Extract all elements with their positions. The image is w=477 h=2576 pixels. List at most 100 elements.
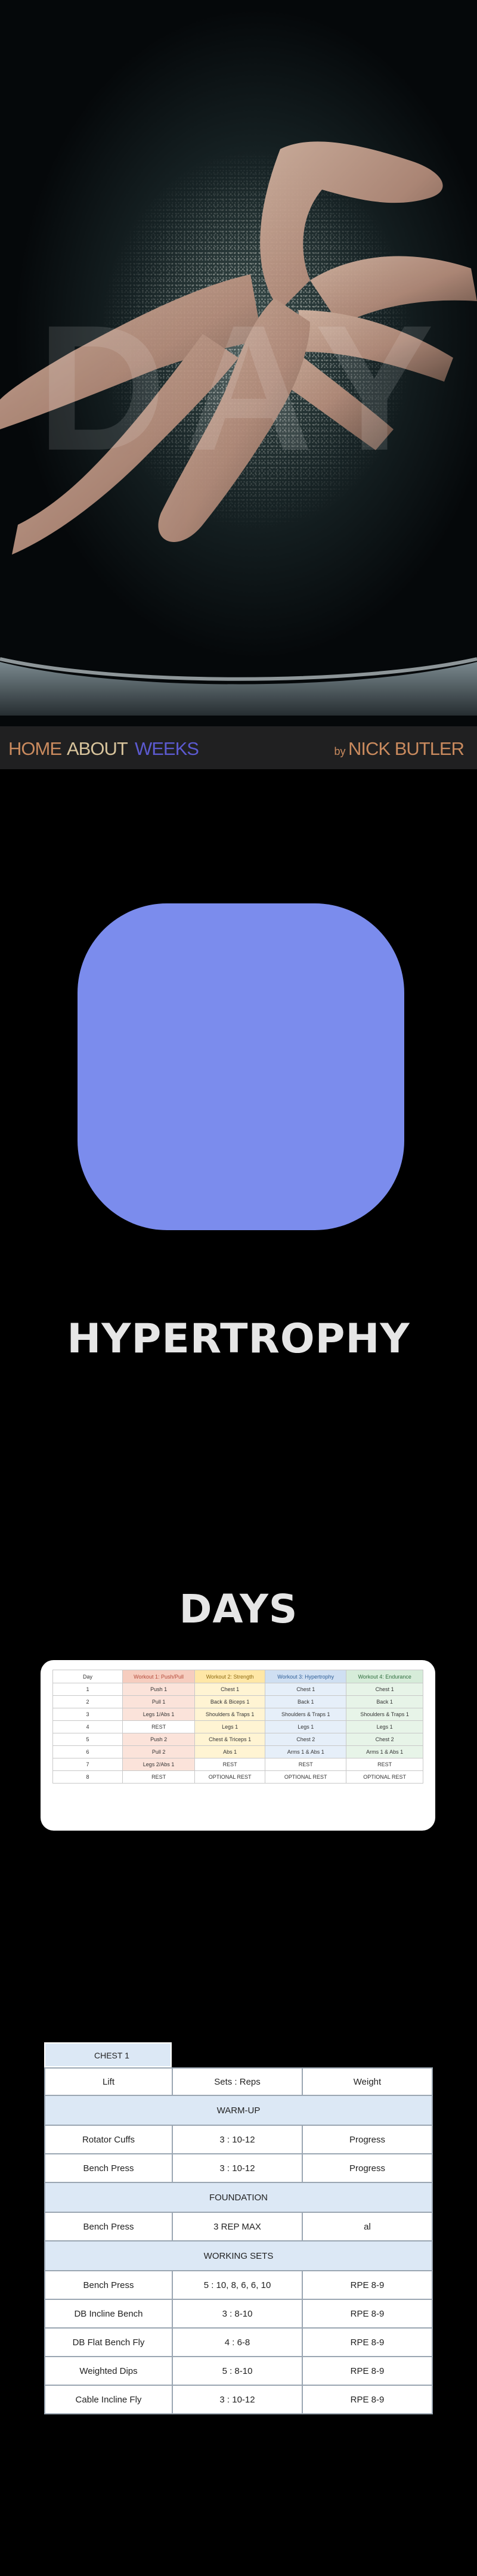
- table-cell: REST: [122, 1770, 196, 1784]
- page-title: HYPERTROPHY: [67, 1315, 410, 1363]
- table-row: 1 Push 1 Chest 1 Chest 1 Chest 1: [52, 1683, 423, 1696]
- table-cell: Arms 1 & Abs 1: [346, 1745, 423, 1758]
- table-cell: Arms 1 & Abs 1: [265, 1745, 347, 1758]
- nav-home-link[interactable]: HOME: [8, 738, 62, 760]
- header-weight: Weight: [302, 2067, 433, 2096]
- table-row: Bench Press 5 : 10, 8, 6, 6, 10 RPE 8-9: [44, 2270, 433, 2300]
- table-row: Weighted Dips 5 : 8-10 RPE 8-9: [44, 2356, 433, 2386]
- table-cell: OPTIONAL REST: [346, 1770, 423, 1784]
- lift-name: Bench Press: [44, 2153, 173, 2183]
- days-header-workout-1: Workout 1: Push/Pull: [122, 1670, 196, 1683]
- table-cell: OPTIONAL REST: [265, 1770, 347, 1784]
- table-cell: Chest 1: [265, 1683, 347, 1696]
- author-prefix: by: [334, 745, 346, 757]
- nav-about-link[interactable]: ABOUT: [67, 738, 128, 760]
- weight: RPE 8-9: [302, 2299, 433, 2329]
- lift-name: DB Incline Bench: [44, 2299, 173, 2329]
- days-header-workout-3: Workout 3: Hypertrophy: [265, 1670, 347, 1683]
- author-credit[interactable]: by NICK BUTLER: [334, 738, 464, 760]
- header-lift: Lift: [44, 2067, 173, 2096]
- table-row: Bench Press 3 : 10-12 Progress: [44, 2153, 433, 2183]
- sets-reps: 5 : 10, 8, 6, 6, 10: [172, 2270, 303, 2300]
- author-name: NICK BUTLER: [348, 738, 464, 759]
- table-cell: 7: [52, 1758, 123, 1771]
- table-row: 6 Pull 2 Abs 1 Arms 1 & Abs 1 Arms 1 & A…: [52, 1745, 423, 1758]
- weight: Progress: [302, 2125, 433, 2154]
- section-label: WARM-UP: [44, 2095, 433, 2126]
- section-label: FOUNDATION: [44, 2182, 433, 2213]
- nav-weeks-link[interactable]: WEEKS: [135, 738, 199, 760]
- top-nav: HOME ABOUT WEEKS by NICK BUTLER: [0, 726, 477, 769]
- table-cell: Legs 1: [194, 1720, 266, 1733]
- table-cell: Legs 1: [265, 1720, 347, 1733]
- section-row-working-sets: WORKING SETS: [44, 2240, 433, 2271]
- weight: RPE 8-9: [302, 2327, 433, 2357]
- sets-reps: 4 : 6-8: [172, 2327, 303, 2357]
- table-cell: Back 1: [265, 1695, 347, 1708]
- sets-reps: 3 : 10-12: [172, 2385, 303, 2414]
- table-cell: 6: [52, 1745, 123, 1758]
- table-row: Cable Incline Fly 3 : 10-12 RPE 8-9: [44, 2385, 433, 2414]
- hero-watermark: DAY: [37, 287, 452, 488]
- table-cell: OPTIONAL REST: [194, 1770, 266, 1784]
- chest-workout: CHEST 1 Lift Sets : Reps Weight WARM-UP …: [44, 2042, 433, 2414]
- lift-name: Cable Incline Fly: [44, 2385, 173, 2414]
- table-cell: Back & Biceps 1: [194, 1695, 266, 1708]
- table-cell: Shoulders & Traps 1: [346, 1708, 423, 1721]
- lift-name: Weighted Dips: [44, 2356, 173, 2386]
- table-row: DB Flat Bench Fly 4 : 6-8 RPE 8-9: [44, 2327, 433, 2357]
- weight: RPE 8-9: [302, 2356, 433, 2386]
- table-cell: Push 1: [122, 1683, 196, 1696]
- table-cell: Legs 1: [346, 1720, 423, 1733]
- table-cell: 2: [52, 1695, 123, 1708]
- table-row: DB Incline Bench 3 : 8-10 RPE 8-9: [44, 2299, 433, 2329]
- table-cell: REST: [265, 1758, 347, 1771]
- lift-name: DB Flat Bench Fly: [44, 2327, 173, 2357]
- table-cell: REST: [122, 1720, 196, 1733]
- weight: RPE 8-9: [302, 2385, 433, 2414]
- table-row: 7 Legs 2/Abs 1 REST REST REST: [52, 1758, 423, 1771]
- table-cell: Shoulders & Traps 1: [265, 1708, 347, 1721]
- table-cell: Chest 1: [194, 1683, 266, 1696]
- header-sets-reps: Sets : Reps: [172, 2067, 303, 2096]
- weight: Progress: [302, 2153, 433, 2183]
- logo-square: [78, 903, 404, 1230]
- chest-header-row: Lift Sets : Reps Weight: [44, 2067, 433, 2096]
- sets-reps: 5 : 8-10: [172, 2356, 303, 2386]
- table-cell: 8: [52, 1770, 123, 1784]
- chest-tab[interactable]: CHEST 1: [44, 2042, 172, 2067]
- table-row: 5 Push 2 Chest & Triceps 1 Chest 2 Chest…: [52, 1733, 423, 1746]
- table-cell: Pull 1: [122, 1695, 196, 1708]
- chest-table: Lift Sets : Reps Weight WARM-UP Rotator …: [44, 2067, 433, 2414]
- lift-name: Bench Press: [44, 2270, 173, 2300]
- days-header-day: Day: [52, 1670, 123, 1683]
- table-row: Bench Press 3 REP MAX al: [44, 2212, 433, 2241]
- sets-reps: 3 : 8-10: [172, 2299, 303, 2329]
- table-cell: 4: [52, 1720, 123, 1733]
- lift-name: Rotator Cuffs: [44, 2125, 173, 2154]
- table-row: 3 Legs 1/Abs 1 Shoulders & Traps 1 Shoul…: [52, 1708, 423, 1721]
- table-cell: Back 1: [346, 1695, 423, 1708]
- table-cell: Chest 2: [265, 1733, 347, 1746]
- days-heading: DAYS: [179, 1586, 298, 1632]
- table-cell: Push 2: [122, 1733, 196, 1746]
- table-row: Rotator Cuffs 3 : 10-12 Progress: [44, 2125, 433, 2154]
- section-label: WORKING SETS: [44, 2240, 433, 2271]
- table-cell: Abs 1: [194, 1745, 266, 1758]
- table-row: 2 Pull 1 Back & Biceps 1 Back 1 Back 1: [52, 1695, 423, 1708]
- table-cell: Chest 1: [346, 1683, 423, 1696]
- table-row: 4 REST Legs 1 Legs 1 Legs 1: [52, 1720, 423, 1733]
- table-cell: 3: [52, 1708, 123, 1721]
- table-cell: REST: [194, 1758, 266, 1771]
- table-cell: 1: [52, 1683, 123, 1696]
- sets-reps: 3 REP MAX: [172, 2212, 303, 2241]
- table-cell: Pull 2: [122, 1745, 196, 1758]
- table-row: 8 REST OPTIONAL REST OPTIONAL REST OPTIO…: [52, 1770, 423, 1784]
- days-header-row: Day Workout 1: Push/Pull Workout 2: Stre…: [52, 1670, 423, 1683]
- section-row-foundation: FOUNDATION: [44, 2182, 433, 2213]
- weight: RPE 8-9: [302, 2270, 433, 2300]
- sets-reps: 3 : 10-12: [172, 2153, 303, 2183]
- weight: al: [302, 2212, 433, 2241]
- days-table: Day Workout 1: Push/Pull Workout 2: Stre…: [52, 1670, 423, 1784]
- table-cell: 5: [52, 1733, 123, 1746]
